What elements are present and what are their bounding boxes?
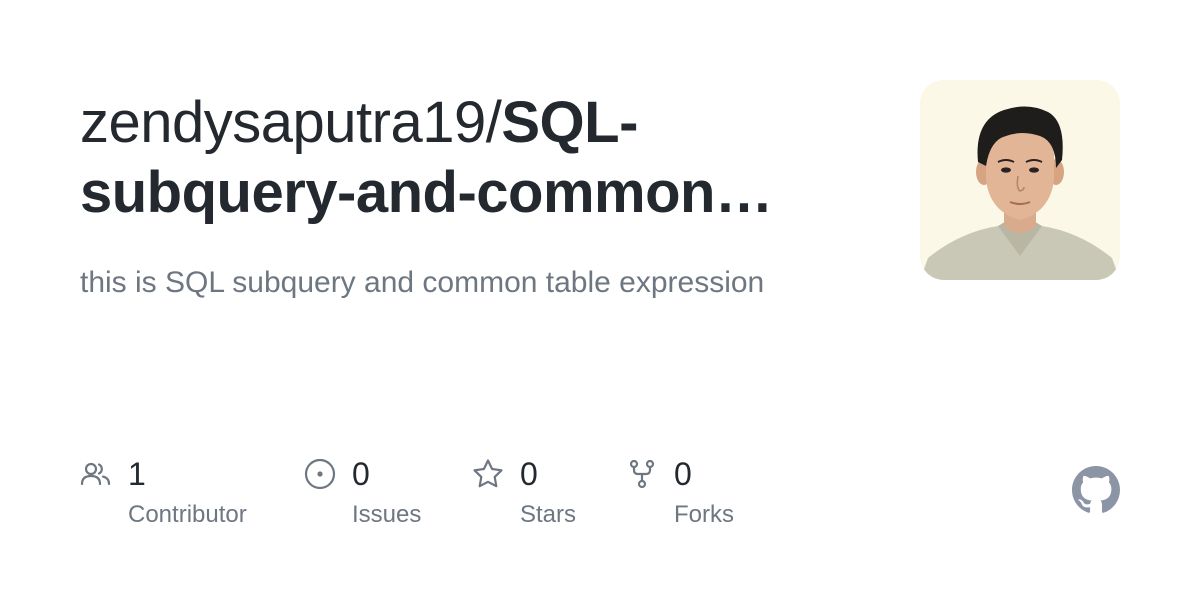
repo-owner: zendysaputra19/ (80, 90, 502, 155)
contributors-label: Contributor (128, 501, 247, 528)
issues-label: Issues (352, 501, 422, 528)
forks-count: 0 (674, 456, 692, 492)
github-logo-icon[interactable] (1072, 466, 1120, 514)
contributors-icon (80, 458, 112, 490)
star-icon (472, 458, 504, 490)
repo-title: zendysaputra19/SQL-subquery-and-common… (80, 88, 880, 228)
forks-label: Forks (674, 501, 734, 528)
repo-stats: 1 Contributor 0 Issues 0 Stars 0 Forks (80, 452, 780, 542)
owner-avatar (920, 80, 1120, 280)
contributors-count: 1 (128, 456, 146, 492)
stars-count: 0 (520, 456, 538, 492)
fork-icon (626, 458, 658, 490)
stars-label: Stars (520, 501, 577, 528)
issues-icon (304, 458, 336, 490)
issues-count: 0 (352, 456, 370, 492)
repo-description: this is SQL subquery and common table ex… (80, 266, 765, 299)
